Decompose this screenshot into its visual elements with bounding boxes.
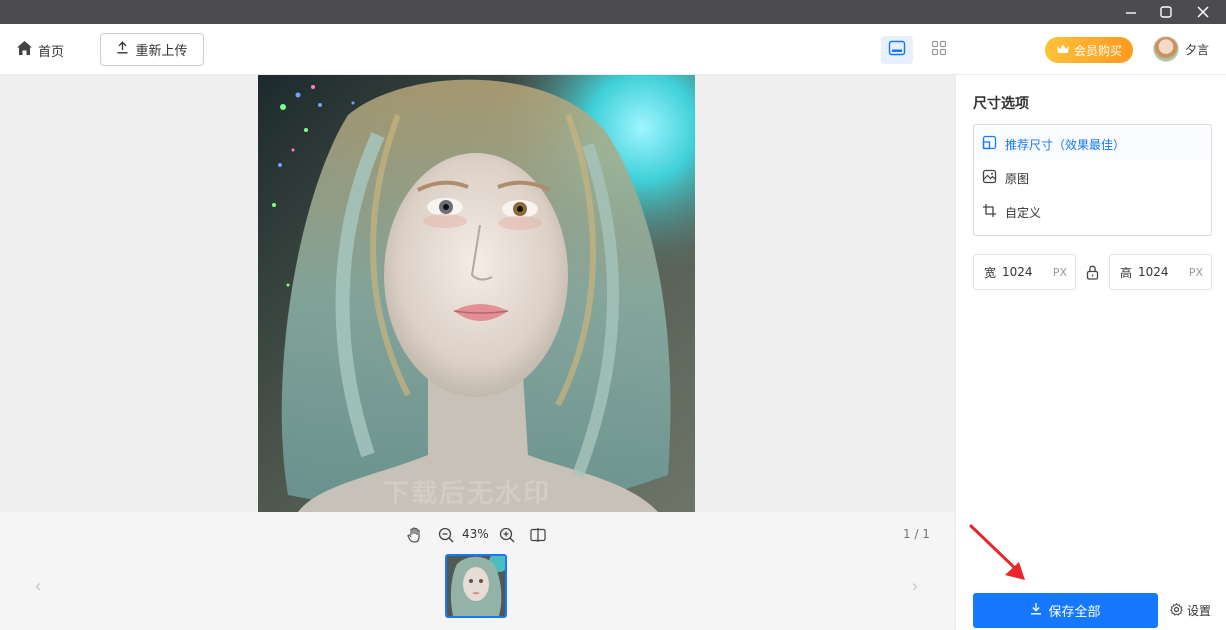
- image-icon: [982, 169, 997, 187]
- download-icon: [1030, 602, 1042, 619]
- settings-label: 设置: [1187, 604, 1212, 618]
- next-image-button[interactable]: ›: [903, 574, 927, 598]
- lock-ratio-icon[interactable]: [1076, 254, 1109, 290]
- height-label: 高: [1120, 265, 1133, 280]
- zoom-out-icon[interactable]: [437, 526, 455, 544]
- minimize-icon[interactable]: [1113, 0, 1149, 24]
- width-value[interactable]: 1024: [1002, 265, 1053, 279]
- preview-image: 下载后无水印: [258, 75, 695, 512]
- compare-icon[interactable]: [529, 526, 547, 544]
- single-view-button[interactable]: [881, 36, 913, 64]
- watermark-text: 下载后无水印: [383, 479, 552, 509]
- height-value[interactable]: 1024: [1138, 265, 1189, 279]
- reupload-label: 重新上传: [135, 44, 188, 59]
- grid-view-button[interactable]: [923, 36, 955, 64]
- home-label: 首页: [38, 44, 65, 60]
- preview-toolbar: 43% 1 / 1 ‹ ›: [0, 512, 955, 630]
- option-recommended-size[interactable]: 推荐尺寸（效果最佳）: [974, 127, 1211, 161]
- reupload-button[interactable]: 重新上传: [100, 33, 204, 66]
- home-button[interactable]: 首页: [16, 40, 64, 60]
- size-option-list: 推荐尺寸（效果最佳） 原图 自定义: [973, 124, 1212, 236]
- option-original[interactable]: 原图: [974, 161, 1211, 195]
- image-thumbnail[interactable]: [445, 554, 507, 618]
- width-field[interactable]: 宽 1024 PX: [973, 254, 1076, 290]
- option-label: 自定义: [1005, 205, 1042, 220]
- size-inputs: 宽 1024 PX 高 1024 PX: [973, 254, 1212, 290]
- crown-icon: [1056, 43, 1070, 58]
- zoom-in-icon[interactable]: [498, 526, 516, 544]
- single-view-icon: [888, 40, 906, 60]
- upload-icon: [116, 41, 129, 58]
- page-indicator: 1 / 1: [903, 527, 930, 541]
- window-titlebar: [0, 0, 1226, 24]
- zoom-level: 43%: [462, 527, 489, 541]
- option-custom[interactable]: 自定义: [974, 195, 1211, 229]
- maximize-icon[interactable]: [1148, 0, 1184, 24]
- option-label: 原图: [1005, 171, 1030, 186]
- settings-button[interactable]: 设置: [1170, 602, 1211, 619]
- home-icon: [16, 40, 33, 60]
- crop-icon: [982, 203, 997, 221]
- gear-icon: [1170, 602, 1183, 619]
- close-icon[interactable]: [1185, 0, 1221, 24]
- panel-title: 尺寸选项: [973, 96, 1029, 112]
- save-all-button[interactable]: 保存全部: [973, 593, 1158, 628]
- prev-image-button[interactable]: ‹: [26, 574, 50, 598]
- height-unit: PX: [1188, 265, 1203, 279]
- save-all-label: 保存全部: [1048, 605, 1101, 620]
- width-unit: PX: [1052, 265, 1067, 279]
- user-profile[interactable]: 夕言: [1153, 36, 1209, 62]
- width-label: 宽: [984, 265, 997, 280]
- option-label: 推荐尺寸（效果最佳）: [1005, 137, 1126, 152]
- image-canvas[interactable]: 下载后无水印: [0, 75, 955, 512]
- vip-label: 会员购买: [1073, 43, 1122, 58]
- size-options-panel: 尺寸选项 推荐尺寸（效果最佳） 原图 自定义 宽 1024 PX 高 1024 …: [955, 75, 1226, 630]
- avatar: [1153, 36, 1179, 62]
- top-toolbar: 首页 重新上传 会员购买 夕言: [0, 24, 1226, 75]
- grid-view-icon: [931, 40, 947, 60]
- recommended-size-icon: [982, 135, 997, 153]
- vip-purchase-button[interactable]: 会员购买: [1045, 37, 1133, 63]
- hand-tool-icon[interactable]: [405, 526, 423, 544]
- user-name: 夕言: [1185, 42, 1210, 57]
- height-field[interactable]: 高 1024 PX: [1109, 254, 1212, 290]
